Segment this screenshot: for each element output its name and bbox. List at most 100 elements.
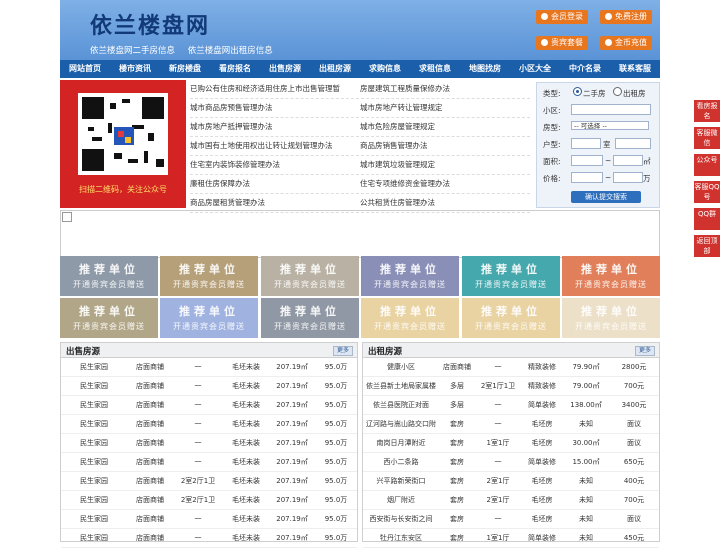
listing-title[interactable]: 西小二条路 (363, 452, 439, 472)
listing-title[interactable]: 兴平路新荣街口 (363, 471, 439, 491)
table-row[interactable]: 民生家园 店面商铺一毛坯未装 207.19㎡ 95.0万 (61, 358, 357, 377)
policy-link[interactable]: 城市建筑垃圾管理规定 (360, 156, 530, 174)
listing-title[interactable]: 民生家园 (61, 528, 127, 548)
listing-title[interactable]: 民生家园 (61, 471, 127, 491)
table-row[interactable]: 民生家园 店面商铺一毛坯未装 207.19㎡ 95.0万 (61, 509, 357, 529)
table-row[interactable]: 依兰县医院正对面 多层一简单装修 138.00㎡ 3400元 (363, 395, 659, 415)
recommend-tile[interactable]: 推荐单位 开通贵宾会员赠送 (361, 298, 459, 338)
table-row[interactable]: 牡丹江东安区 套房 1室1厅 简单装修 未知 450元 (363, 528, 659, 548)
listing-title[interactable]: 民生家园 (61, 433, 127, 453)
side-service-qq[interactable]: 客服QQ号 (694, 181, 720, 203)
radio-rent[interactable] (613, 87, 622, 96)
search-submit-button[interactable]: 确认提交搜索 (571, 191, 641, 203)
login-button[interactable]: 会员登录 (536, 10, 588, 24)
recommend-tile[interactable]: 推荐单位 开通贵宾会员赠送 (462, 256, 560, 296)
table-row[interactable]: 烟厂附近 套房 2室1厅 毛坯房 未知 700元 (363, 490, 659, 510)
nav-news[interactable]: 楼市资讯 (110, 60, 160, 78)
side-viewing-signup[interactable]: 看房报名 (694, 100, 720, 122)
policy-link[interactable]: 住宅专项维修资金管理办法 (360, 175, 530, 193)
price-min-input[interactable] (571, 172, 603, 183)
table-row[interactable]: 民生家园 店面商铺一毛坯未装 207.19㎡ 95.0万 (61, 395, 357, 415)
table-row[interactable]: 健康小区 店面商铺一精致装修 79.90㎡ 2800元 (363, 358, 659, 377)
nav-home[interactable]: 网站首页 (60, 60, 110, 78)
listing-title[interactable]: 牡丹江东安区 (363, 528, 439, 548)
side-back-to-top[interactable]: 返回顶部 (694, 235, 720, 257)
listing-title[interactable]: 民生家园 (61, 358, 127, 377)
nav-for-sale[interactable]: 出售房源 (260, 60, 310, 78)
coin-recharge-button[interactable]: 金币充值 (600, 36, 652, 50)
listing-title[interactable]: 民生家园 (61, 376, 127, 396)
more-link[interactable]: 更多 (635, 346, 655, 356)
community-input[interactable] (571, 104, 651, 115)
area-min-input[interactable] (571, 155, 603, 166)
policy-link[interactable]: 商品房销售管理办法 (360, 137, 530, 155)
table-row[interactable]: 依兰县新土地局家属楼 多层 2室1厅1卫 精致装修 79.00㎡ 700元 (363, 376, 659, 396)
side-official-account[interactable]: 公众号 (694, 154, 720, 176)
recommend-tile[interactable]: 推荐单位 开通贵宾会员赠送 (361, 256, 459, 296)
recommend-tile[interactable]: 推荐单位 开通贵宾会员赠送 (60, 298, 158, 338)
policy-link[interactable]: 城市危险房屋管理规定 (360, 118, 530, 136)
table-row[interactable]: 民生家园 店面商铺一毛坯未装 207.19㎡ 95.0万 (61, 433, 357, 453)
nav-new-homes[interactable]: 新房楼盘 (160, 60, 210, 78)
policy-link[interactable]: 房屋建筑工程质量保修办法 (360, 80, 530, 98)
listing-title[interactable]: 民生家园 (61, 490, 127, 510)
price-max-input[interactable] (613, 172, 643, 183)
recommend-tile[interactable]: 推荐单位 开通贵宾会员赠送 (160, 298, 258, 338)
listing-title[interactable]: 南岗日月潭附近 (363, 433, 439, 453)
policy-link[interactable]: 城市房地产转让管理规定 (360, 99, 530, 117)
ad-banner[interactable] (60, 210, 660, 258)
listing-title[interactable]: 民生家园 (61, 452, 127, 472)
nav-agencies[interactable]: 中介名录 (560, 60, 610, 78)
policy-link[interactable]: 廉租住房保障办法 (190, 175, 360, 193)
table-row[interactable]: 兴平路新荣街口 套房 2室1厅 毛坯房 未知 400元 (363, 471, 659, 491)
listing-title[interactable]: 辽河路与嵩山路交口附 (363, 414, 439, 434)
policy-link[interactable]: 城市国有土地使用权出让转让规划管理办法 (190, 137, 360, 155)
table-row[interactable]: 西小二条路 套房一简单装修 15.00㎡ 650元 (363, 452, 659, 472)
table-row[interactable]: 民生家园 店面商铺一毛坯未装 207.19㎡ 95.0万 (61, 414, 357, 434)
listing-title[interactable]: 西安街与长安街之间 (363, 509, 439, 529)
hall-select[interactable] (615, 138, 651, 149)
site-logo[interactable]: 依兰楼盘网 (90, 8, 210, 40)
table-row[interactable]: 民生家园 店面商铺一毛坯未装 207.19㎡ 95.0万 (61, 452, 357, 472)
house-type-select[interactable]: -- 可选择 -- (571, 121, 649, 130)
recommend-tile[interactable]: 推荐单位 开通贵宾会员赠送 (462, 298, 560, 338)
nav-map-search[interactable]: 地图找房 (460, 60, 510, 78)
listing-title[interactable]: 依兰县医院正对面 (363, 395, 439, 415)
recommend-tile[interactable]: 推荐单位 开通贵宾会员赠送 (60, 256, 158, 296)
nav-for-rent[interactable]: 出租房源 (310, 60, 360, 78)
vip-package-button[interactable]: 贵宾套餐 (536, 36, 588, 50)
table-row[interactable]: 西安街与长安街之间 套房一毛坯房 未知 面议 (363, 509, 659, 529)
policy-link[interactable]: 城市房地产抵押管理办法 (190, 118, 360, 136)
nav-communities[interactable]: 小区大全 (510, 60, 560, 78)
side-qq-group[interactable]: QQ群 (694, 208, 720, 230)
table-row[interactable]: 辽河路与嵩山路交口附 套房一毛坯房 未知 面议 (363, 414, 659, 434)
nav-contact[interactable]: 联系客服 (610, 60, 660, 78)
listing-title[interactable]: 依兰县新土地局家属楼 (363, 376, 439, 396)
radio-secondhand[interactable] (573, 87, 582, 96)
recommend-tile[interactable]: 推荐单位 开通贵宾会员赠送 (261, 298, 359, 338)
listing-title[interactable]: 民生家园 (61, 395, 127, 415)
nav-viewing-signup[interactable]: 看房报名 (210, 60, 260, 78)
area-max-input[interactable] (613, 155, 643, 166)
nav-want-rent[interactable]: 求租信息 (410, 60, 460, 78)
nav-want-buy[interactable]: 求购信息 (360, 60, 410, 78)
table-row[interactable]: 民生家园 店面商铺 2室2厅1卫 毛坯未装 207.19㎡ 95.0万 (61, 471, 357, 491)
listing-title[interactable]: 烟厂附近 (363, 490, 439, 510)
listing-title[interactable]: 民生家园 (61, 414, 127, 434)
recommend-tile[interactable]: 推荐单位 开通贵宾会员赠送 (261, 256, 359, 296)
listing-title[interactable]: 民生家园 (61, 509, 127, 529)
table-row[interactable]: 民生家园 店面商铺一毛坯未装 207.19㎡ 95.0万 (61, 376, 357, 396)
side-service-wechat[interactable]: 客服微信 (694, 127, 720, 149)
policy-link[interactable]: 住宅室内装饰装修管理办法 (190, 156, 360, 174)
policy-link[interactable]: 已购公有住房和经济适用住房上市出售管理暂 (190, 80, 360, 98)
sublink-secondhand[interactable]: 依兰楼盘网二手房信息 (90, 46, 175, 56)
more-link[interactable]: 更多 (333, 346, 353, 356)
table-row[interactable]: 南岗日月潭附近 套房 1室1厅 毛坯房 30.00㎡ 面议 (363, 433, 659, 453)
recommend-tile[interactable]: 推荐单位 开通贵宾会员赠送 (160, 256, 258, 296)
policy-link[interactable]: 城市商品房预售管理办法 (190, 99, 360, 117)
sublink-rent[interactable]: 依兰楼盘网出租房信息 (188, 46, 273, 56)
recommend-tile[interactable]: 推荐单位 开通贵宾会员赠送 (562, 256, 660, 296)
table-row[interactable]: 民生家园 店面商铺 2室2厅1卫 毛坯未装 207.19㎡ 95.0万 (61, 490, 357, 510)
register-button[interactable]: 免费注册 (600, 10, 652, 24)
recommend-tile[interactable]: 推荐单位 开通贵宾会员赠送 (562, 298, 660, 338)
